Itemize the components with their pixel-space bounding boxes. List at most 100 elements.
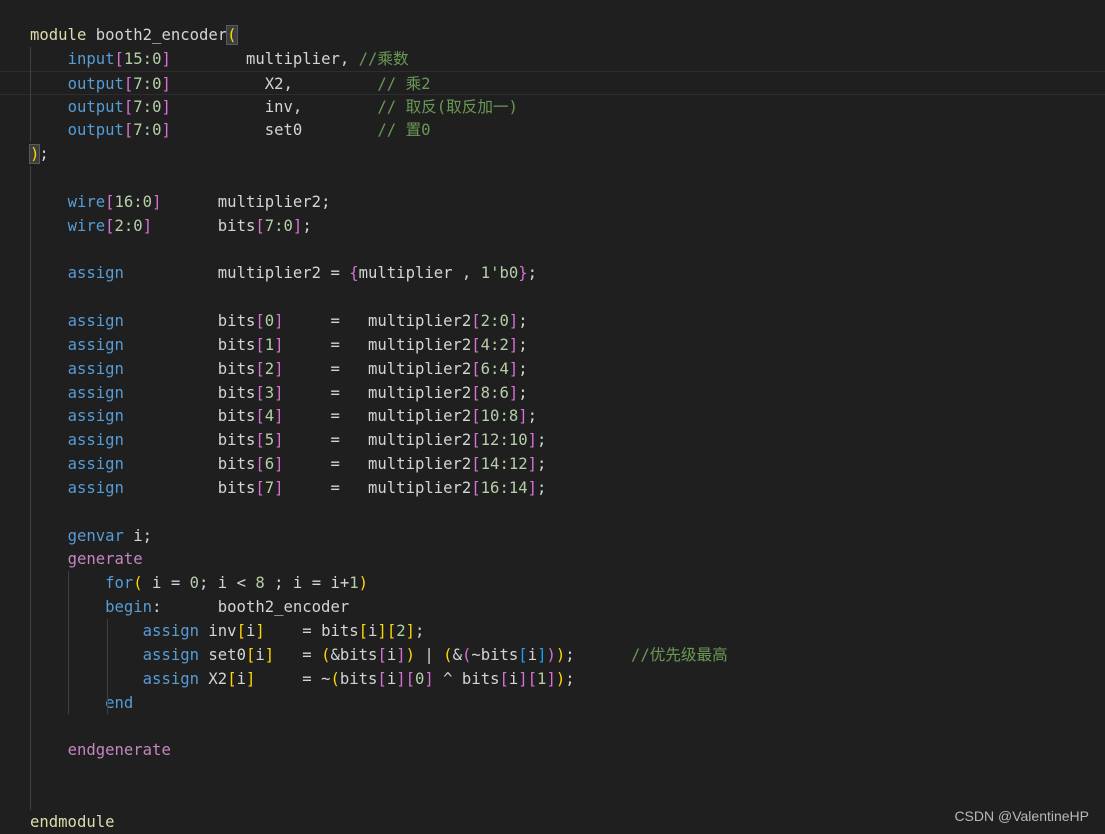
code-token: ] — [274, 335, 284, 354]
code-line[interactable]: for( i = 0; i < 8 ; i = i+1) — [0, 571, 1105, 595]
code-token: 12:10 — [480, 431, 528, 450]
code-token: 8 — [255, 574, 265, 593]
code-line[interactable]: generate — [0, 547, 1105, 571]
code-line[interactable]: wire[16:0] multiplier2; — [0, 190, 1105, 214]
code-line[interactable]: assign X2[i] = ~(bits[i][0] ^ bits[i][1]… — [0, 667, 1105, 691]
code-line[interactable] — [0, 285, 1105, 309]
code-line[interactable]: end — [0, 691, 1105, 715]
code-line[interactable]: assign bits[6] = multiplier2[14:12]; — [0, 452, 1105, 476]
code-line[interactable]: begin: booth2_encoder — [0, 595, 1105, 619]
code-line[interactable]: endgenerate — [0, 738, 1105, 762]
code-line[interactable]: assign bits[5] = multiplier2[12:10]; — [0, 428, 1105, 452]
code-token: [ — [377, 669, 387, 688]
code-token: ; — [537, 455, 547, 474]
code-token: 5 — [264, 431, 275, 450]
code-line[interactable]: ); — [0, 142, 1105, 166]
code-token: begin — [105, 598, 153, 617]
code-token: ] — [424, 669, 434, 688]
code-token: assign — [67, 383, 124, 402]
code-token: ; i < — [199, 574, 256, 593]
code-token: 1'b0 — [480, 264, 519, 283]
code-token: 15:0 — [123, 49, 162, 68]
indent-guide — [106, 619, 108, 715]
code-token: output — [67, 97, 124, 116]
code-line[interactable]: wire[2:0] bits[7:0]; — [0, 214, 1105, 238]
code-token: bits — [123, 455, 256, 474]
code-token: bits — [123, 407, 256, 426]
code-token: ; — [527, 407, 538, 426]
code-token: for — [105, 574, 134, 593]
code-token: //乘数 — [358, 49, 409, 68]
code-token: ; — [565, 645, 631, 664]
code-token: ; — [39, 145, 49, 164]
code-token: [ — [377, 645, 387, 664]
code-line[interactable]: assign bits[0] = multiplier2[2:0]; — [0, 309, 1105, 333]
code-line[interactable]: assign bits[7] = multiplier2[16:14]; — [0, 476, 1105, 500]
code-token: ) — [28, 144, 41, 165]
code-token: = multiplier2 — [283, 455, 472, 474]
code-token: i — [386, 645, 397, 664]
indent-guide — [30, 46, 31, 143]
code-line[interactable]: output[7:0] X2, // 乘2 — [0, 70, 1105, 95]
code-token: { — [349, 264, 359, 283]
code-line[interactable]: assign bits[2] = multiplier2[6:4]; — [0, 357, 1105, 381]
code-token: i; — [123, 526, 153, 545]
code-token: ] — [264, 645, 275, 664]
code-token: 3 — [264, 383, 275, 402]
code-line[interactable]: assign multiplier2 = {multiplier , 1'b0}… — [0, 261, 1105, 285]
code-token: assign — [67, 359, 124, 378]
code-token: 4 — [264, 407, 275, 426]
code-token: i — [255, 645, 265, 664]
code-token: assign — [67, 335, 124, 354]
indent-guide — [68, 571, 70, 715]
code-token: module — [30, 26, 87, 44]
code-token: ] — [405, 622, 415, 640]
code-line[interactable] — [0, 762, 1105, 786]
code-line[interactable]: output[7:0] inv, // 取反(取反加一) — [0, 95, 1105, 119]
code-line[interactable]: input[15:0] multiplier, //乘数 — [0, 47, 1105, 71]
code-line[interactable] — [0, 238, 1105, 262]
code-token: 2 — [396, 622, 406, 640]
code-token: ( — [330, 669, 340, 688]
code-line[interactable]: assign bits[3] = multiplier2[8:6]; — [0, 381, 1105, 405]
code-line[interactable]: output[7:0] set0 // 置0 — [0, 118, 1105, 142]
code-line[interactable] — [0, 786, 1105, 810]
code-line[interactable] — [0, 500, 1105, 524]
code-line[interactable]: assign inv[i] = bits[i][2]; — [0, 619, 1105, 643]
code-token: [ — [255, 216, 265, 235]
code-token: genvar — [67, 526, 124, 545]
code-token: = multiplier2 — [283, 478, 472, 497]
code-line[interactable]: endmodule — [0, 810, 1105, 834]
code-token: wire — [67, 192, 106, 211]
code-line[interactable] — [0, 166, 1105, 190]
code-line[interactable]: assign set0[i] = (&bits[i]) | (&(~bits[i… — [0, 643, 1105, 667]
code-token: ; — [537, 431, 547, 450]
code-line[interactable]: module booth2_encoder( — [0, 23, 1105, 47]
code-token: ] — [274, 383, 284, 402]
code-line[interactable]: assign bits[1] = multiplier2[4:2]; — [0, 333, 1105, 357]
code-token: ( — [461, 645, 472, 664]
code-token: ] — [161, 97, 171, 116]
code-token: ] — [274, 359, 284, 378]
code-token: i — [245, 622, 256, 640]
code-token: ) — [546, 645, 556, 664]
code-token: ) — [405, 645, 415, 664]
code-token: ] — [161, 121, 171, 140]
code-token: ( — [133, 574, 143, 593]
code-line[interactable] — [0, 714, 1105, 738]
code-line[interactable]: assign bits[4] = multiplier2[10:8]; — [0, 404, 1105, 428]
code-token: ] — [546, 669, 556, 688]
code-token: //优先级最高 — [630, 645, 728, 664]
code-token: & — [452, 645, 462, 664]
code-token: [ — [114, 49, 124, 68]
code-editor[interactable]: module booth2_encoder( input[15:0] multi… — [0, 0, 1105, 832]
code-token: [ — [123, 74, 134, 93]
code-line[interactable]: genvar i; — [0, 524, 1105, 548]
